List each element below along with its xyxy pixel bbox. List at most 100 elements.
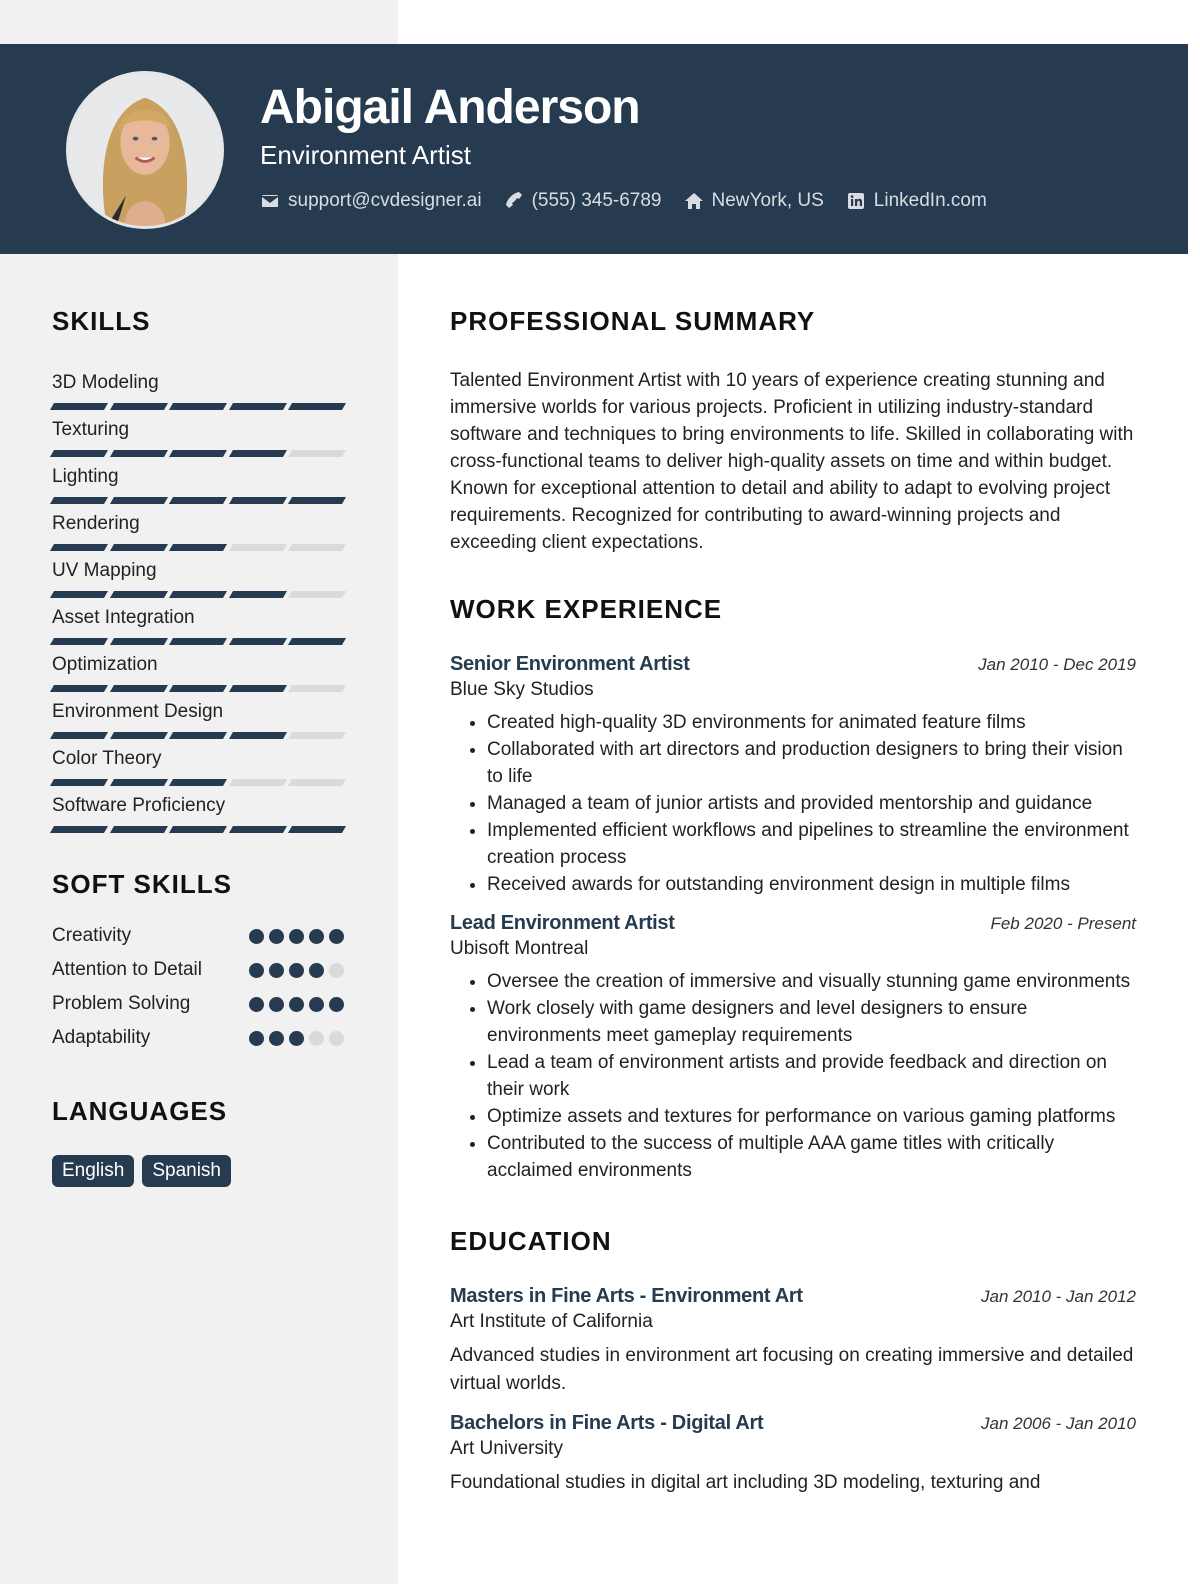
bullet-item: Implemented efficient workflows and pipe… [487,817,1136,871]
contact-phone[interactable]: (555) 345-6789 [504,190,662,212]
skill-segment-filled [288,403,346,410]
soft-skills-heading: SOFT SKILLS [52,869,232,899]
soft-skill-name: Attention to Detail [52,959,202,980]
rating-dot-filled [249,929,264,944]
rating-dot-empty [309,1031,324,1046]
education-heading: EDUCATION [450,1226,612,1256]
rating-dot-filled [309,929,324,944]
skill-segment-filled [109,450,168,457]
skill-name: Lighting [52,466,119,487]
candidate-name: Abigail Anderson [260,81,641,134]
skill-item: Optimization [49,651,346,692]
education-entry-header: Bachelors in Fine Arts - Digital Art Jan … [450,1412,1136,1435]
job-company: Ubisoft Montreal [450,938,589,959]
skill-level-bar [49,403,346,410]
rating-dot-filled [269,929,284,944]
soft-skill-item: Adaptability [52,1024,344,1052]
rating-dot-filled [289,1031,304,1046]
rating-dot-filled [269,1031,284,1046]
skill-name: Optimization [52,654,158,675]
rating-dot-filled [309,963,324,978]
rating-dot-empty [329,963,344,978]
bullet-item: Created high-quality 3D environments for… [487,709,1136,736]
skill-segment-empty [288,544,346,551]
bullet-item: Oversee the creation of immersive and vi… [487,968,1136,995]
contact-location-text: NewYork, US [711,190,824,211]
rating-dot-filled [289,963,304,978]
skill-segment-filled [109,826,168,833]
candidate-title: Environment Artist [260,140,471,170]
skill-segment-filled [169,826,227,833]
skill-segment-empty [228,779,287,786]
skill-segment-filled [228,591,287,598]
education-entry: Bachelors in Fine Arts - Digital Art Jan … [450,1412,1136,1497]
education-description: Advanced studies in environment art focu… [450,1345,1134,1394]
contact-linkedin-text: LinkedIn.com [873,190,987,211]
skill-name: Software Proficiency [52,795,226,816]
rating-dot-filled [309,997,324,1012]
bullet-item: Work closely with game designers and lev… [487,995,1136,1049]
contact-linkedin[interactable]: LinkedIn.com [846,190,987,212]
skill-segment-filled [169,638,227,645]
skill-segment-filled [169,403,227,410]
rating-dot-filled [269,997,284,1012]
skill-item: Color Theory [49,745,346,786]
bullet-item: Collaborated with art directors and prod… [487,736,1136,790]
skill-segment-filled [228,826,287,833]
skill-segment-empty [288,450,346,457]
school: Art University [450,1438,563,1459]
job-role: Senior Environment Artist [450,653,690,675]
skill-segment-filled [109,591,168,598]
school: Art Institute of California [450,1311,653,1332]
education-dates: Jan 2010 - Jan 2012 [980,1287,1136,1306]
soft-skill-item: Problem Solving [52,990,344,1018]
skill-item: Environment Design [49,698,346,739]
skill-item: Asset Integration [49,604,346,645]
skill-segment-filled [109,779,168,786]
skill-segment-filled [49,450,108,457]
profile-photo [66,71,224,229]
bullet-item: Received awards for outstanding environm… [487,871,1136,898]
envelope-icon [261,195,279,207]
language-badge: English [52,1155,135,1187]
skill-segment-filled [49,497,108,504]
skill-level-bar [49,779,346,786]
soft-skill-item: Creativity [52,922,344,950]
rating-dot-empty [329,1031,344,1046]
work-heading: WORK EXPERIENCE [450,594,723,624]
skill-segment-filled [169,779,227,786]
skill-level-bar [49,826,346,833]
skill-name: Color Theory [52,748,162,769]
home-icon [684,193,703,209]
contact-email[interactable]: support@cvdesigner.ai [260,190,482,212]
skill-segment-filled [169,591,227,598]
skill-segment-filled [49,826,108,833]
contact-phone-text: (555) 345-6789 [531,190,662,211]
skill-name: Environment Design [52,701,224,722]
skill-level-bar [49,685,346,692]
job-bullets: Created high-quality 3D environments for… [450,709,1136,898]
soft-skills-list: Creativity Attention to Detail Problem Sol… [52,922,344,1052]
education-entry-header: Masters in Fine Arts - Environment Art Ja… [450,1285,1136,1308]
skill-segment-filled [49,403,108,410]
rating-dot-filled [329,997,344,1012]
rating-dot-filled [269,963,284,978]
skill-item: Lighting [49,463,346,504]
skill-level-bar [49,591,346,598]
skill-level-bar [49,732,346,739]
linkedin-icon [847,193,864,209]
skills-list: 3D Modeling Texturing Lighting Rendering UV … [49,369,346,833]
skill-segment-filled [49,544,108,551]
education-entry: Masters in Fine Arts - Environment Art Ja… [450,1285,1136,1398]
summary-heading: PROFESSIONAL SUMMARY [450,306,816,336]
skill-segment-filled [109,685,168,692]
work-entry: Lead Environment Artist Feb 2020 - Presen… [450,912,1136,1184]
skill-segment-filled [49,685,108,692]
language-badge: Spanish [142,1155,231,1187]
skill-segment-filled [169,544,227,551]
soft-skill-name: Adaptability [52,1027,151,1048]
rating-dot-filled [249,997,264,1012]
education-description: Foundational studies in digital art incl… [450,1472,1041,1493]
skill-segment-empty [288,591,346,598]
soft-skill-rating [249,956,344,978]
